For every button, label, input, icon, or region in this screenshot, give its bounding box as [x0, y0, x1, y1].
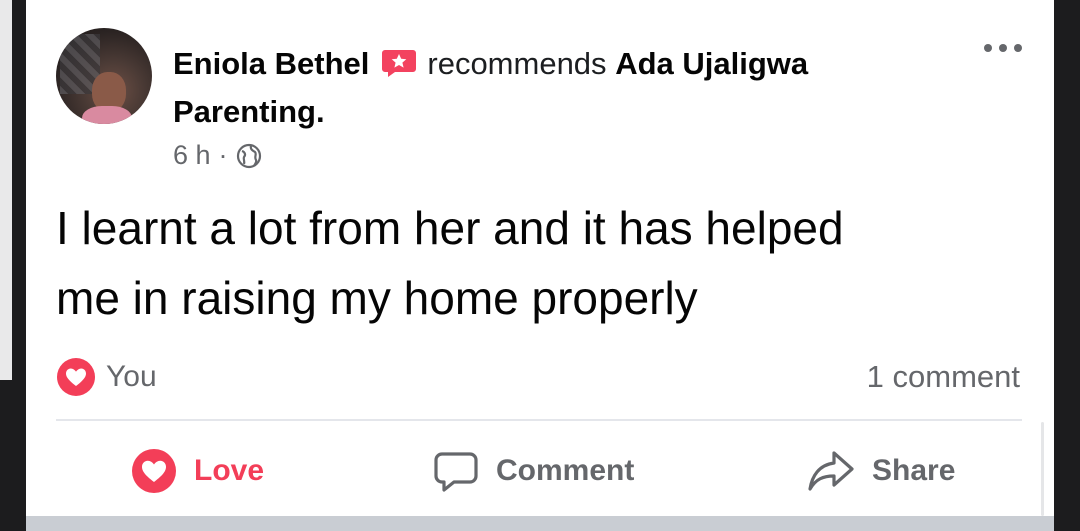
post-body-line1: I learnt a lot from her and it has helpe… [56, 202, 844, 254]
post-body-line2: me in raising my home properly [56, 272, 698, 324]
scroll-indicator [1041, 422, 1044, 516]
author-name[interactable]: Eniola Bethel [173, 46, 369, 81]
comment-button[interactable]: Comment [432, 446, 634, 496]
heart-icon [57, 358, 95, 396]
actions-divider [56, 419, 1022, 421]
love-reaction-icon [132, 449, 176, 493]
globe-icon[interactable] [236, 143, 262, 169]
author-avatar[interactable] [56, 28, 152, 124]
previous-card-edge [0, 0, 12, 380]
comments-count[interactable]: 1 comment [867, 357, 1020, 397]
recommends-text: recommends [427, 46, 607, 81]
feed-separator [26, 516, 1054, 531]
post-time[interactable]: 6 h [173, 140, 211, 171]
comment-bubble-icon [434, 452, 478, 492]
reactions-summary[interactable]: You [56, 357, 157, 397]
reactions-who: You [106, 360, 157, 393]
action-bar: Love Comment Share [0, 446, 1080, 496]
post-meta: 6 h · [173, 140, 262, 171]
love-button[interactable]: Love [130, 446, 264, 496]
avatar-clothing [82, 106, 132, 124]
comment-label: Comment [496, 454, 635, 487]
screen: Eniola Bethel recommends Ada Ujaligwa Par… [0, 0, 1080, 531]
share-button[interactable]: Share [806, 446, 955, 496]
love-label: Love [194, 454, 265, 487]
post-body: I learnt a lot from her and it has helpe… [56, 193, 1016, 333]
more-options-icon[interactable] [978, 36, 1028, 60]
share-arrow-icon [808, 451, 854, 491]
post-header: Eniola Bethel recommends Ada Ujaligwa Par… [173, 40, 963, 136]
page-name-line1: Ada Ujaligwa [615, 46, 809, 81]
meta-separator: · [218, 140, 228, 170]
share-label: Share [872, 454, 956, 487]
recommend-star-icon [382, 50, 417, 77]
page-name-line2: Parenting. [173, 94, 325, 129]
